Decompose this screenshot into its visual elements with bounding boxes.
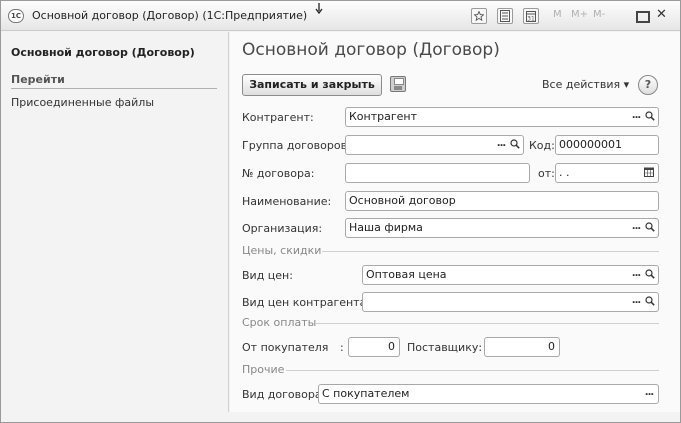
search-icon[interactable]: [643, 293, 657, 311]
organization-label: Организация:: [242, 222, 323, 235]
select-dots-icon[interactable]: ...: [629, 266, 643, 284]
to-supplier-value: 0: [548, 340, 555, 353]
section-prices-divider: [322, 251, 659, 252]
contract-number-label: № договора:: [242, 167, 315, 180]
section-payment-term-title: Срок оплаты: [242, 316, 317, 329]
calendar-picker-icon[interactable]: [642, 164, 656, 182]
code-label: Код:: [529, 139, 555, 152]
contract-group-label: Группа договоров:: [242, 139, 351, 152]
nav-panel-title: Основной договор (Договор): [11, 46, 195, 59]
to-supplier-label: Поставщику:: [407, 341, 483, 354]
form-title: Основной договор (Договор): [242, 40, 500, 60]
maximize-icon[interactable]: [636, 11, 650, 23]
search-icon[interactable]: [508, 136, 522, 154]
contract-number-field[interactable]: [345, 163, 530, 183]
title-bar: 1С Основной договор (Договор) (1С:Предпр…: [1, 1, 680, 31]
from-buyer-colon: :: [340, 341, 344, 354]
search-icon[interactable]: [643, 219, 657, 237]
from-buyer-field[interactable]: 0: [348, 337, 400, 357]
nav-section-divider: [11, 88, 217, 89]
price-type-value: Оптовая цена: [366, 268, 447, 281]
counterparty-price-type-label: Вид цен контрагента:: [242, 296, 371, 309]
from-buyer-value: 0: [388, 340, 395, 353]
code-field[interactable]: 000000001: [555, 135, 659, 155]
navigation-panel: Основной договор (Договор) Перейти Присо…: [1, 32, 229, 412]
select-dots-icon[interactable]: ...: [642, 385, 656, 403]
search-icon[interactable]: [643, 266, 657, 284]
nav-section-goto: Перейти: [11, 73, 65, 86]
section-prices-title: Цены, скидки: [242, 244, 322, 257]
favorites-star-icon[interactable]: [471, 8, 487, 24]
all-actions-menu[interactable]: Все действия ▾: [542, 78, 629, 91]
name-label: Наименование:: [242, 195, 332, 208]
date-from-value: . .: [559, 166, 570, 179]
date-from-label: от:: [538, 167, 555, 180]
section-payment-term-divider: [315, 323, 659, 324]
help-icon[interactable]: ?: [638, 75, 658, 95]
app-window: 1С Основной договор (Договор) (1С:Предпр…: [0, 0, 681, 423]
organization-value: Наша фирма: [349, 221, 423, 234]
svg-text:31: 31: [527, 16, 535, 23]
memory-button-m-plus[interactable]: M+: [571, 8, 588, 24]
mouse-cursor-icon: [315, 3, 323, 18]
contract-kind-value: С покупателем: [322, 387, 410, 400]
search-icon[interactable]: [643, 108, 657, 126]
name-value: Основной договор: [349, 194, 456, 207]
select-dots-icon[interactable]: ...: [629, 293, 643, 311]
counterparty-field[interactable]: Контрагент ...: [345, 107, 659, 127]
select-dots-icon[interactable]: ...: [494, 136, 508, 154]
contract-kind-field[interactable]: С покупателем ...: [318, 384, 659, 404]
close-icon[interactable]: ✕: [656, 8, 667, 24]
counterparty-value: Контрагент: [349, 110, 418, 123]
section-other-divider: [286, 370, 659, 371]
select-dots-icon[interactable]: ...: [629, 219, 643, 237]
window-title: Основной договор (Договор) (1С:Предприят…: [32, 9, 308, 22]
code-value: 000000001: [559, 138, 622, 151]
calendar-icon[interactable]: 31: [523, 8, 539, 24]
memory-button-m-minus[interactable]: M-: [593, 8, 605, 24]
price-type-field[interactable]: Оптовая цена ...: [362, 265, 659, 285]
save-floppy-icon[interactable]: [390, 76, 406, 92]
app-logo-icon[interactable]: 1С: [8, 9, 24, 23]
from-buyer-label: От покупателя: [242, 341, 329, 354]
price-type-label: Вид цен:: [242, 269, 293, 282]
contract-kind-label: Вид договора:: [242, 388, 326, 401]
to-supplier-field[interactable]: 0: [484, 337, 560, 357]
section-other-title: Прочие: [242, 363, 285, 376]
date-from-field[interactable]: . .: [555, 163, 659, 183]
memory-button-m[interactable]: M: [553, 8, 562, 24]
organization-field[interactable]: Наша фирма ...: [345, 218, 659, 238]
contract-group-field[interactable]: ...: [345, 135, 524, 155]
name-field[interactable]: Основной договор: [345, 191, 659, 211]
nav-item-attached-files[interactable]: Присоединенные файлы: [11, 96, 154, 109]
counterparty-label: Контрагент:: [242, 111, 314, 124]
form-area: Основной договор (Договор) Записать и за…: [230, 32, 680, 412]
select-dots-icon[interactable]: ...: [629, 108, 643, 126]
save-and-close-button[interactable]: Записать и закрыть: [242, 74, 382, 96]
calculator-icon[interactable]: [497, 8, 513, 24]
counterparty-price-type-field[interactable]: ...: [362, 292, 659, 312]
